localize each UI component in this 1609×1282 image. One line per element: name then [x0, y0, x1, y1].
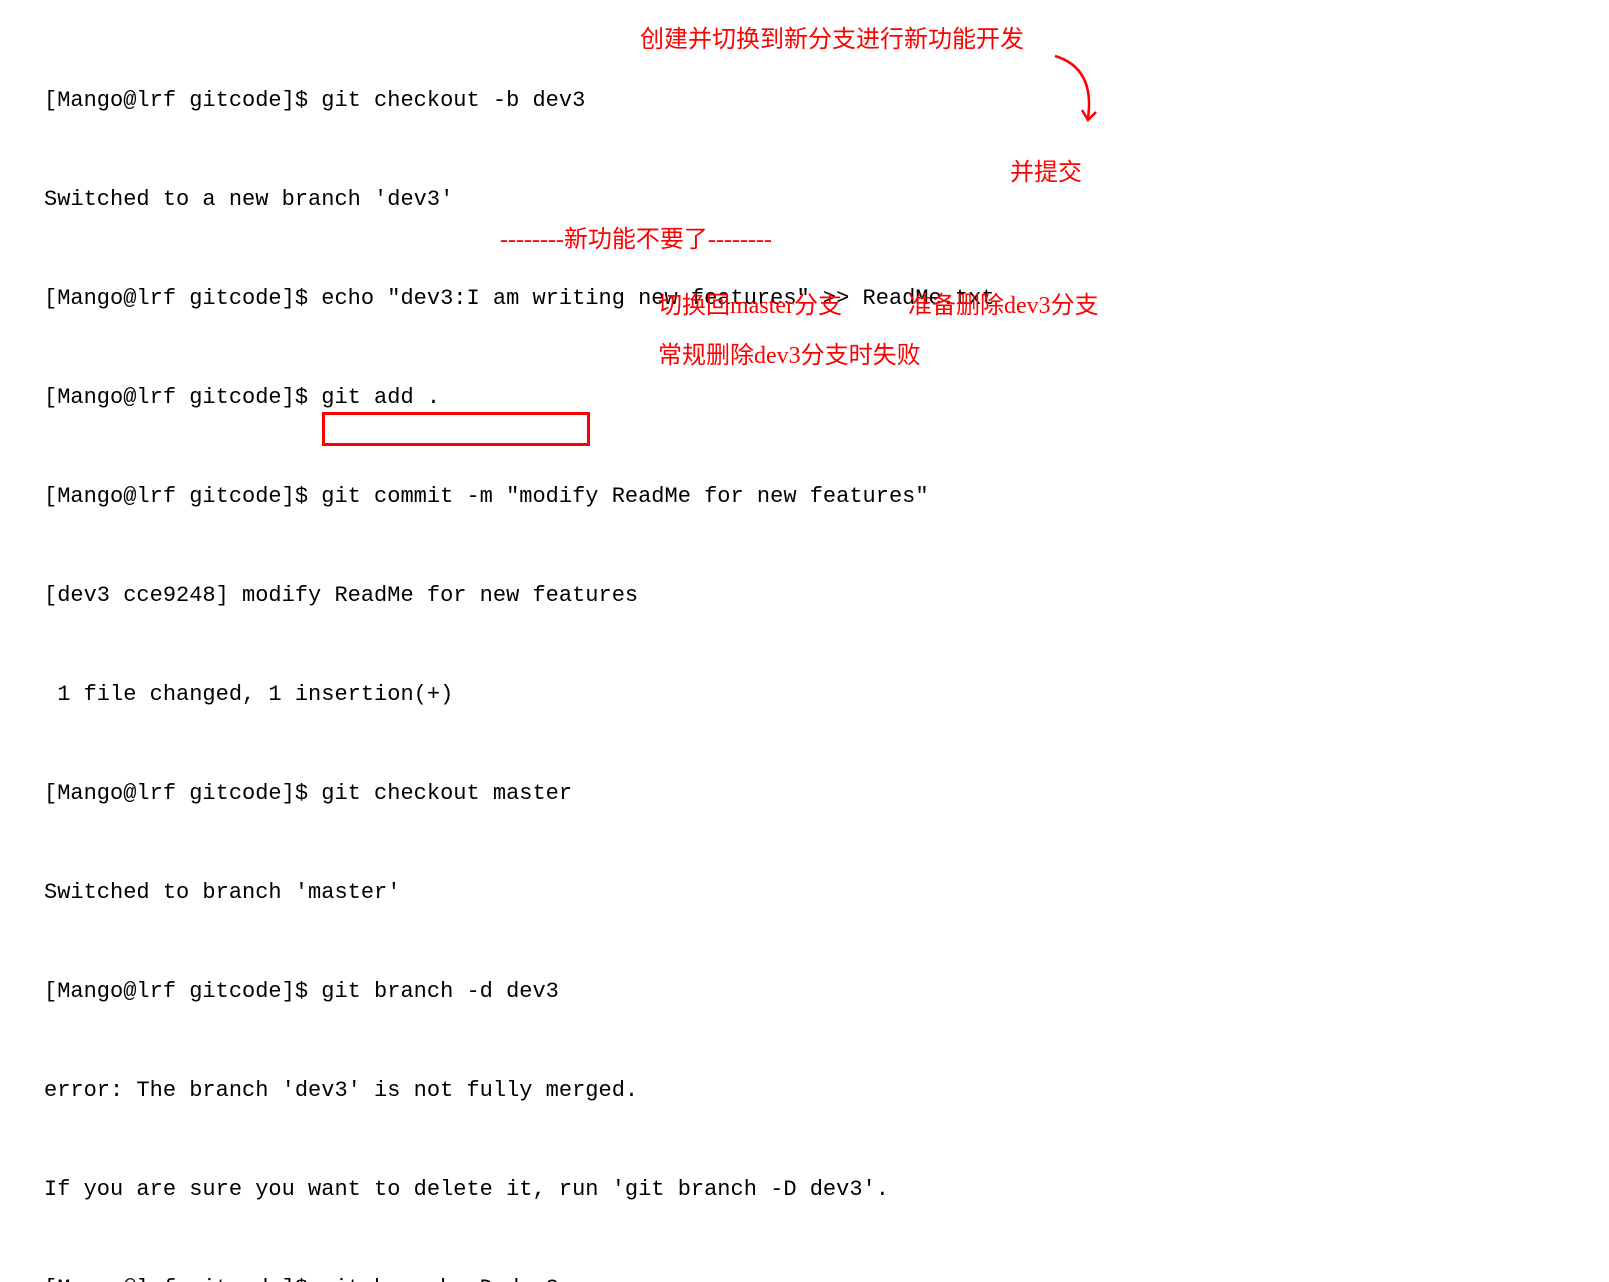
terminal-line: [dev3 cce9248] modify ReadMe for new fea… [44, 579, 1609, 612]
annotation-delete-failed: 常规删除dev3分支时失败 [658, 338, 921, 374]
annotation-switch-master: 切换回master分支 [658, 288, 842, 324]
terminal-line: [Mango@lrf gitcode]$ git commit -m "modi… [44, 480, 1609, 513]
terminal-line: [Mango@lrf gitcode]$ git checkout -b dev… [44, 84, 1609, 117]
terminal-output: [Mango@lrf gitcode]$ git checkout -b dev… [0, 0, 1609, 1282]
terminal-line: [Mango@lrf gitcode]$ git branch -d dev3 [44, 975, 1609, 1008]
terminal-line: [Mango@lrf gitcode]$ git checkout master [44, 777, 1609, 810]
terminal-line: [Mango@lrf gitcode]$ git add . [44, 381, 1609, 414]
terminal-line: error: The branch 'dev3' is not fully me… [44, 1074, 1609, 1107]
annotation-create-branch: 创建并切换到新分支进行新功能开发 [640, 22, 1024, 58]
terminal-line: Switched to a new branch 'dev3' [44, 183, 1609, 216]
terminal-line: [Mango@lrf gitcode]$ git branch -D dev3 [44, 1272, 1609, 1282]
annotation-prepare-delete: 准备删除dev3分支 [908, 288, 1099, 324]
annotation-commit: 并提交 [1010, 155, 1082, 191]
terminal-line: If you are sure you want to delete it, r… [44, 1173, 1609, 1206]
annotation-feature-abandoned: --------新功能不要了-------- [500, 222, 772, 258]
terminal-line: 1 file changed, 1 insertion(+) [44, 678, 1609, 711]
terminal-line: Switched to branch 'master' [44, 876, 1609, 909]
